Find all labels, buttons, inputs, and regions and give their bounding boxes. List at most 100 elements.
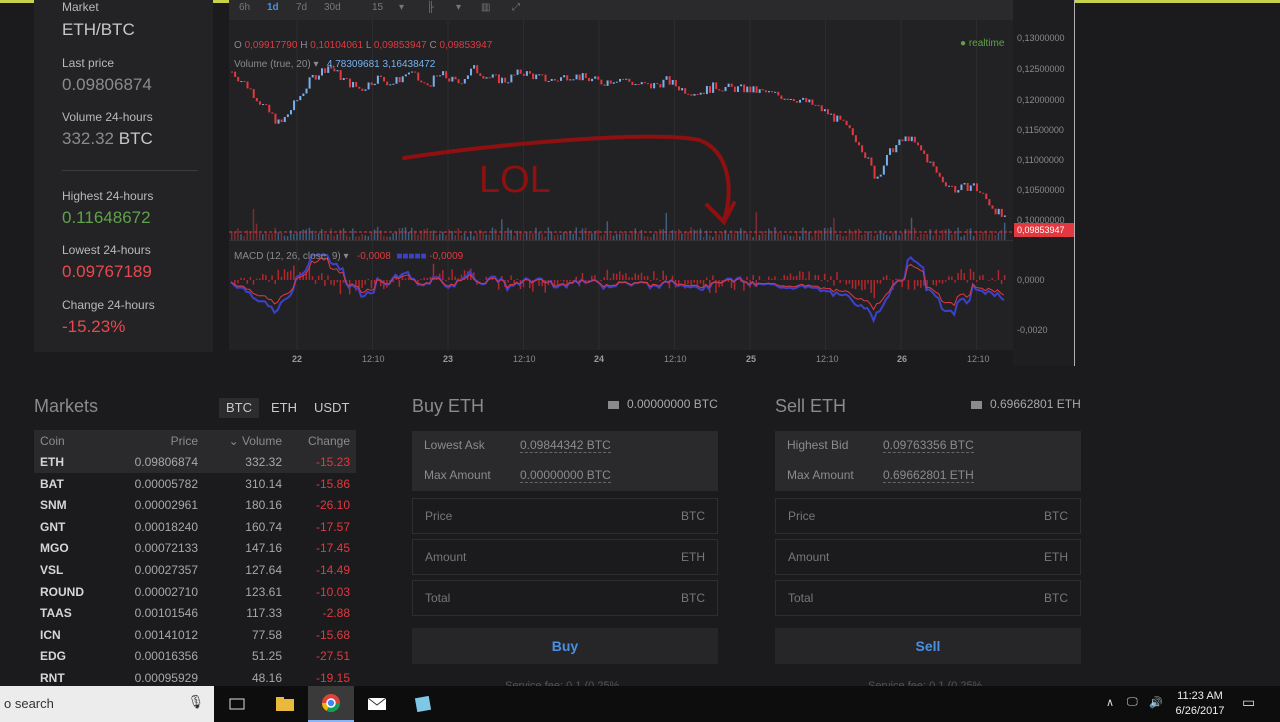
tab-btc[interactable]: BTC [219,398,259,418]
buy-price-field[interactable]: Price BTC [412,498,718,534]
task-view-icon[interactable] [214,686,260,722]
table-row[interactable]: SNM 0.00002961 180.16 -26.10 [34,494,356,516]
taskbar-search[interactable]: o search 🎙 [0,686,214,722]
x-tick: 23 [443,354,454,364]
x-tick: 22 [292,354,303,364]
col-volume[interactable]: ⌄ Volume [229,434,282,448]
buy-button[interactable]: Buy [412,628,718,664]
col-price[interactable]: Price [171,434,198,448]
chart-canvas[interactable]: LOL [229,0,1013,350]
tab-eth[interactable]: ETH [264,398,304,418]
candle [578,74,581,81]
table-row[interactable]: ETH 0.09806874 332.32 -15.23 [34,451,356,473]
table-row[interactable]: BAT 0.00005782 310.14 -15.86 [34,473,356,495]
volume-bar [336,234,339,240]
macd-bar [957,272,959,280]
chevron-up-icon[interactable]: ∧ [1106,696,1114,709]
candle [724,86,727,92]
col-coin[interactable]: Coin [40,434,65,448]
volume-bar [913,227,916,240]
table-row[interactable]: ICN 0.00141012 77.58 -15.68 [34,624,356,646]
macd-bar [876,280,879,284]
volume-bar [252,208,255,240]
volume-bar [864,233,866,240]
candle [631,81,634,86]
candle [802,97,805,100]
highest-bid-value[interactable]: 0.09763356 BTC [883,438,974,453]
network-icon[interactable]: 🖵 [1127,696,1138,709]
table-row[interactable]: MGO 0.00072133 147.16 -17.45 [34,537,356,559]
candle [488,77,491,79]
volume-bar [721,232,723,240]
candle [271,112,274,114]
col-change[interactable]: Change [308,434,350,448]
sell-total-field[interactable]: Total BTC [775,580,1081,616]
buy-max-amount-label: Max Amount [424,468,491,482]
file-explorer-icon[interactable] [262,686,308,722]
candle [929,161,932,163]
candle [792,98,795,102]
tab-usdt[interactable]: USDT [307,398,356,418]
candle [662,79,665,88]
buy-total-field[interactable]: Total BTC [412,580,718,616]
volume-bar [861,234,863,240]
buy-amount-field[interactable]: Amount ETH [412,539,718,575]
macd-bar [954,280,956,283]
table-row[interactable]: VSL 0.00027357 127.64 -14.49 [34,559,356,581]
volume-icon[interactable]: 🔊 [1149,696,1163,709]
candle [904,136,907,142]
sell-max-amount-value[interactable]: 0.69662801 ETH [883,468,974,483]
candle [879,174,882,177]
notifications-icon[interactable]: ▭ [1242,694,1255,711]
app-icon[interactable] [400,686,446,722]
volume-bar [249,232,252,240]
table-row[interactable]: ROUND 0.00002710 123.61 -10.03 [34,581,356,603]
candle [615,81,618,83]
sell-button[interactable]: Sell [775,628,1081,664]
taskbar-clock[interactable]: 11:23 AM 6/26/2017 [1170,689,1230,719]
volume-bar [488,234,491,240]
buy-info-box: Lowest Ask 0.09844342 BTC Max Amount 0.0… [412,431,718,491]
realtime-indicator: ● realtime [960,38,1005,49]
table-row[interactable]: TAAS 0.00101546 117.33 -2.88 [34,602,356,624]
volume-bar [528,233,531,240]
volume-bar [321,228,323,240]
macd-bar [286,271,289,280]
ohlc-legend: O 0,09917790 H 0,10104061 L 0,09853947 C… [234,40,493,51]
lowest-ask-value[interactable]: 0.09844342 BTC [520,438,611,453]
volume-bar [957,227,959,240]
macd-bar [699,280,702,284]
table-row[interactable]: GNT 0.00018240 160.74 -17.57 [34,516,356,538]
macd-bar [274,280,276,285]
candle [463,79,466,84]
macd-bar [727,280,730,282]
chrome-icon[interactable] [308,686,354,722]
table-row[interactable]: EDG 0.00016356 51.25 -27.51 [34,645,356,667]
volume-bar [386,236,388,240]
macd-bar [920,280,922,288]
volume-bar [556,234,559,240]
candle [935,166,938,173]
candle [237,76,240,82]
candle [811,99,814,105]
macd-bar [938,280,941,283]
sell-price-field[interactable]: Price BTC [775,498,1081,534]
volume-bar [833,217,835,240]
volume-bar [584,227,587,240]
candle [851,128,854,136]
volume-bar [463,232,466,240]
volume-bar [485,234,488,240]
candle [789,98,792,101]
macd-bar [1003,275,1006,280]
microphone-icon[interactable]: 🎙 [187,694,204,710]
buy-max-amount-value[interactable]: 0.00000000 BTC [520,468,611,483]
candle [445,71,448,79]
candle [246,81,249,89]
candle [314,75,317,80]
candle [718,89,721,91]
mail-icon[interactable] [354,686,400,722]
macd-bar [752,274,754,280]
sell-amount-field[interactable]: Amount ETH [775,539,1081,575]
volume-label: Volume 24-hours [62,110,153,124]
volume-bar [774,227,776,240]
